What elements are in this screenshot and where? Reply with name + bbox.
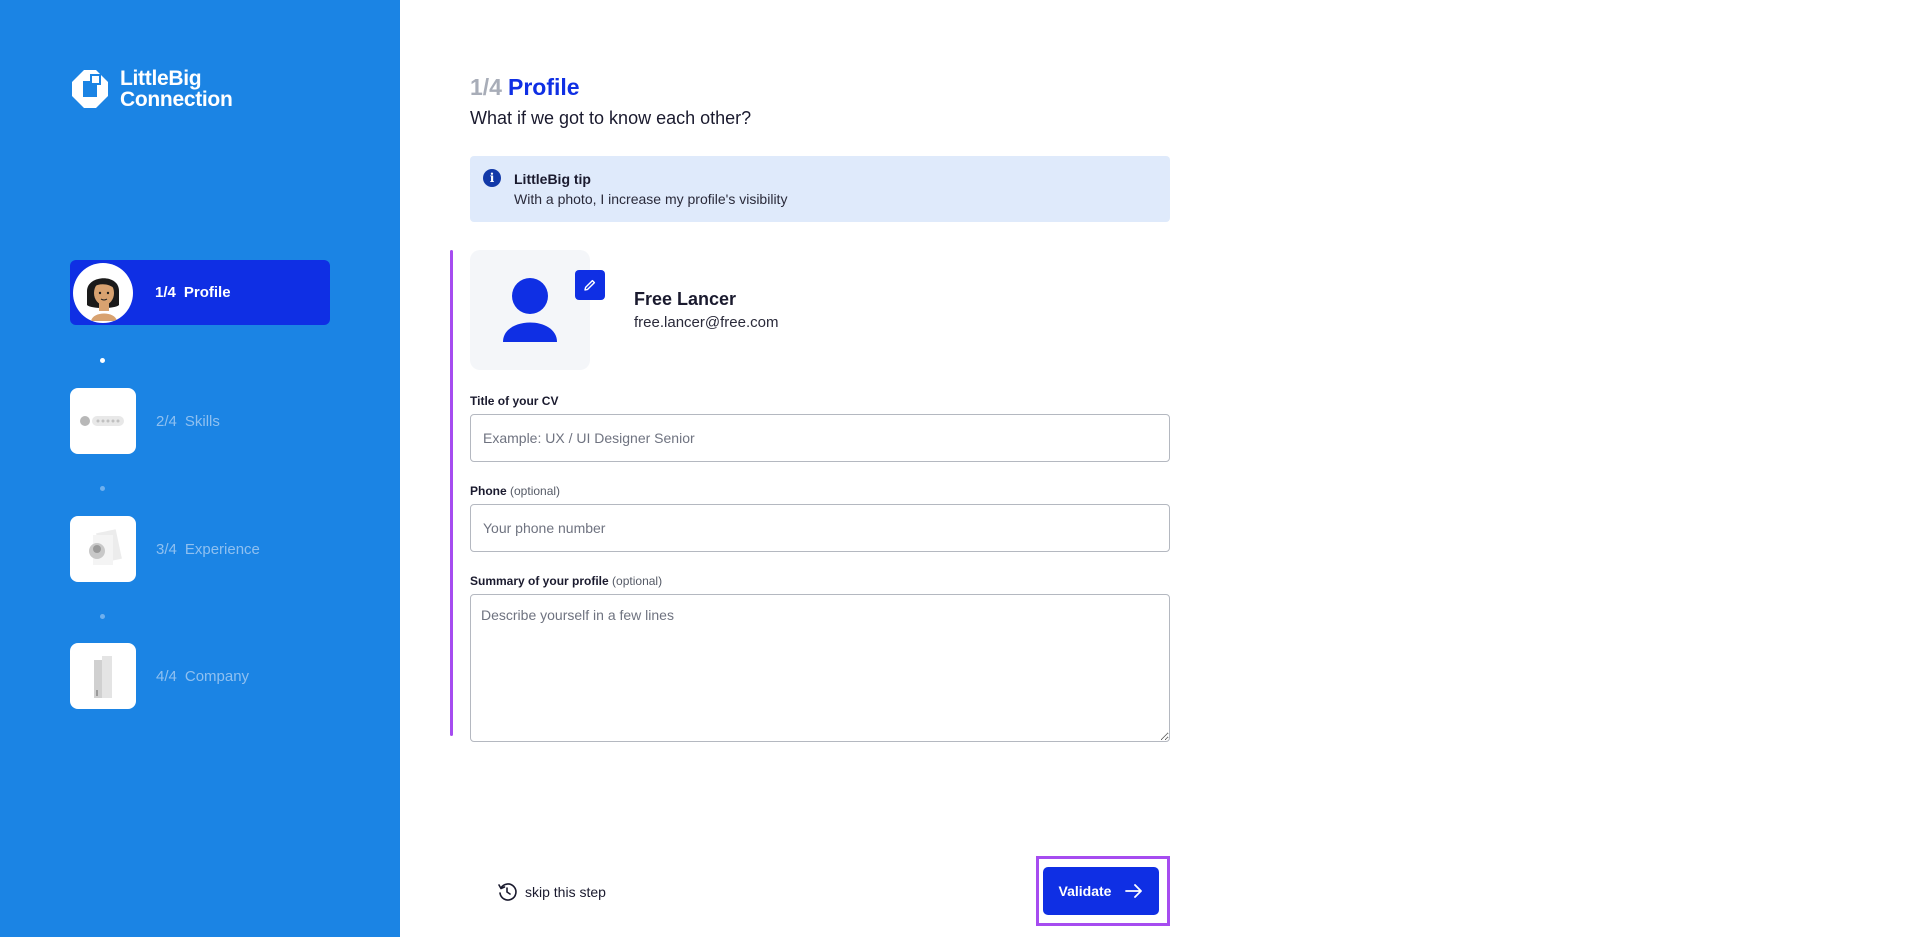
step-number: 4/4 <box>156 667 177 685</box>
cv-title-label-text: Title of your CV <box>470 394 559 408</box>
arrow-right-icon <box>1125 884 1143 898</box>
page-subtitle: What if we got to know each other? <box>470 108 752 128</box>
brand-logo[interactable]: LittleBig Connection <box>70 68 233 110</box>
validate-label: Validate <box>1058 883 1112 899</box>
step-profile[interactable]: 1/4 Profile <box>70 260 330 325</box>
validate-button[interactable]: Validate <box>1043 867 1159 915</box>
brand-name: LittleBig Connection <box>120 68 233 110</box>
cv-title-label: Title of your CV <box>470 394 558 408</box>
company-step-thumbnail <box>70 643 136 709</box>
step-name: Company <box>184 667 250 685</box>
brand-line2: Connection <box>120 88 233 111</box>
skills-step-thumbnail <box>70 388 136 454</box>
woman-avatar-icon <box>75 264 131 321</box>
step-name: Experience <box>184 540 260 558</box>
logo-mark-icon <box>72 70 108 108</box>
phone-optional-hint: (optional) <box>510 484 561 498</box>
phone-label-text: Phone <box>470 484 507 498</box>
summary-optional-hint: (optional) <box>612 574 663 588</box>
step-experience[interactable]: 3/4 Experience <box>70 516 260 582</box>
step-name: Profile <box>183 284 231 301</box>
clock-rewind-icon <box>498 883 517 901</box>
step-company-label: 4/4 Company <box>156 668 249 685</box>
skip-step-label: skip this step <box>525 884 606 900</box>
step-skills-label: 2/4 Skills <box>156 413 220 430</box>
user-name: Free Lancer <box>634 289 737 309</box>
experience-illustration-icon <box>89 529 122 565</box>
step-connector-dot <box>100 486 105 491</box>
building-illustration-icon <box>94 656 112 698</box>
tip-banner: i LittleBig tip With a photo, I increase… <box>470 156 1170 222</box>
skip-step-link[interactable]: skip this step <box>497 882 606 902</box>
step-connector-dot <box>100 358 105 363</box>
phone-label: Phone (optional) <box>470 484 560 498</box>
form-accent-line <box>450 250 453 736</box>
phone-input[interactable] <box>470 504 1170 552</box>
step-skills[interactable]: 2/4 Skills <box>70 388 220 454</box>
brand-line1: LittleBig <box>120 67 202 90</box>
summary-label-text: Summary of your profile <box>470 574 609 588</box>
step-profile-label: 1/4 Profile <box>155 284 231 301</box>
summary-label: Summary of your profile (optional) <box>470 574 662 588</box>
info-icon: i <box>483 169 501 187</box>
step-company[interactable]: 4/4 Company <box>70 643 249 709</box>
step-experience-label: 3/4 Experience <box>156 541 260 558</box>
step-number: 2/4 <box>156 412 177 430</box>
tip-title: LittleBig tip <box>514 171 591 187</box>
step-counter: 1/4 <box>470 74 502 100</box>
page-title-text: Profile <box>507 74 580 100</box>
pencil-icon <box>584 279 596 291</box>
skills-illustration-icon <box>80 416 124 426</box>
profile-step-avatar <box>73 262 133 323</box>
cv-title-input[interactable] <box>470 414 1170 462</box>
summary-textarea[interactable] <box>470 594 1170 742</box>
sidebar: LittleBig Connection 1/4 Profile 2/4 Ski… <box>0 0 400 937</box>
step-number: 1/4 <box>155 284 176 301</box>
step-number: 3/4 <box>156 540 177 558</box>
user-email: free.lancer@free.com <box>634 314 779 331</box>
page-title: 1/4 Profile <box>470 74 580 101</box>
user-placeholder-icon <box>503 278 557 342</box>
tip-text: With a photo, I increase my profile's vi… <box>514 191 788 207</box>
step-name: Skills <box>184 412 220 430</box>
step-connector-dot <box>100 614 105 619</box>
experience-step-thumbnail <box>70 516 136 582</box>
profile-photo[interactable] <box>470 250 590 370</box>
edit-photo-button[interactable] <box>575 270 605 300</box>
